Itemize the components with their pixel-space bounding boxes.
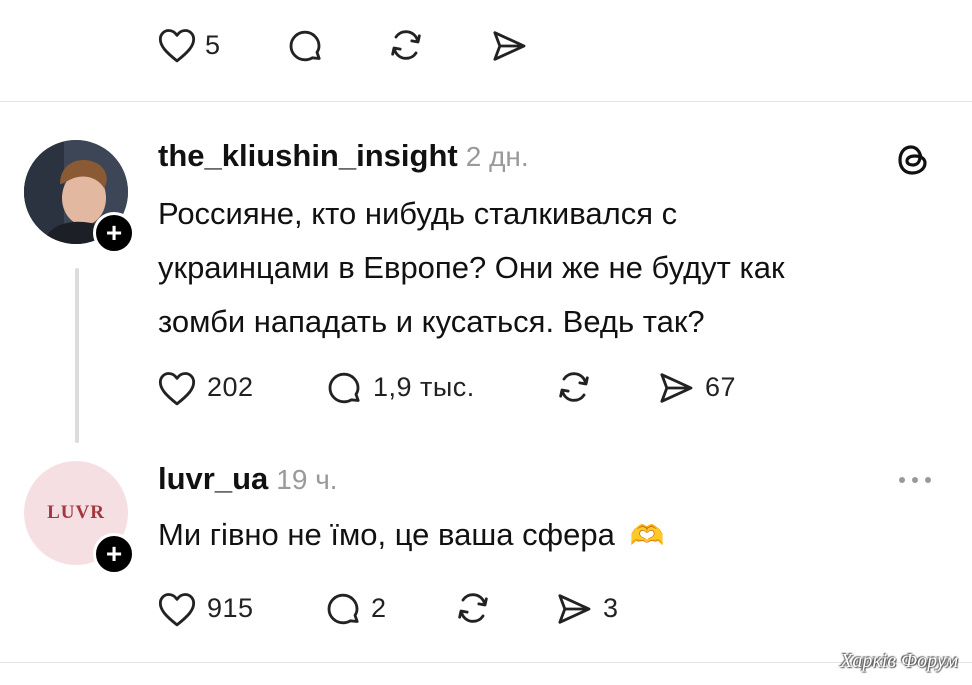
comment-icon[interactable] (324, 368, 364, 408)
repost-icon[interactable] (553, 367, 595, 407)
heart-icon[interactable] (157, 26, 197, 64)
share-count: 67 (705, 372, 737, 402)
post-text: Ми гівно не їмо, це ваша сфера 🫶 (158, 508, 664, 563)
post-text: Россияне, кто нибудь сталкивался с украи… (158, 187, 948, 349)
avatar-logo-text: LUVR (47, 502, 105, 523)
repost-icon[interactable] (385, 25, 427, 65)
post-divider (0, 662, 972, 663)
watermark: Харків Форум (840, 650, 958, 672)
heart-icon[interactable] (157, 369, 197, 407)
like-count: 5 (205, 30, 221, 60)
send-icon[interactable] (553, 589, 595, 629)
post-text-line: украинцами в Европе? Они же не будут как (158, 250, 785, 285)
post-text-line: зомби нападать и кусаться. Ведь так? (158, 304, 705, 339)
comment-icon[interactable] (285, 26, 325, 66)
send-icon[interactable] (655, 368, 697, 408)
send-icon[interactable] (488, 26, 530, 66)
post-text-line: Ми гівно не їмо, це ваша сфера (158, 517, 615, 552)
post-header: the_kliushin_insight 2 дн. (158, 138, 529, 174)
post-header: luvr_ua 19 ч. (158, 461, 338, 497)
more-icon[interactable] (896, 470, 934, 490)
follow-plus-icon[interactable]: + (93, 533, 135, 575)
heart-hands-emoji: 🫶 (629, 520, 665, 551)
reply-count: 2 (371, 593, 387, 623)
username[interactable]: the_kliushin_insight (158, 138, 458, 173)
post-time: 19 ч. (276, 464, 338, 495)
post-time: 2 дн. (465, 141, 529, 172)
like-count: 915 (207, 593, 254, 623)
share-count: 3 (603, 593, 619, 623)
follow-plus-icon[interactable]: + (93, 212, 135, 254)
repost-icon[interactable] (452, 588, 494, 628)
reply-count: 1,9 тыс. (373, 372, 475, 402)
heart-icon[interactable] (157, 590, 197, 628)
comment-icon[interactable] (323, 589, 363, 629)
username[interactable]: luvr_ua (158, 461, 268, 496)
post-text-line: Россияне, кто нибудь сталкивался с (158, 196, 678, 231)
thread-line (75, 268, 79, 443)
post-divider (0, 101, 972, 102)
threads-logo-icon[interactable] (893, 140, 933, 180)
like-count: 202 (207, 372, 254, 402)
